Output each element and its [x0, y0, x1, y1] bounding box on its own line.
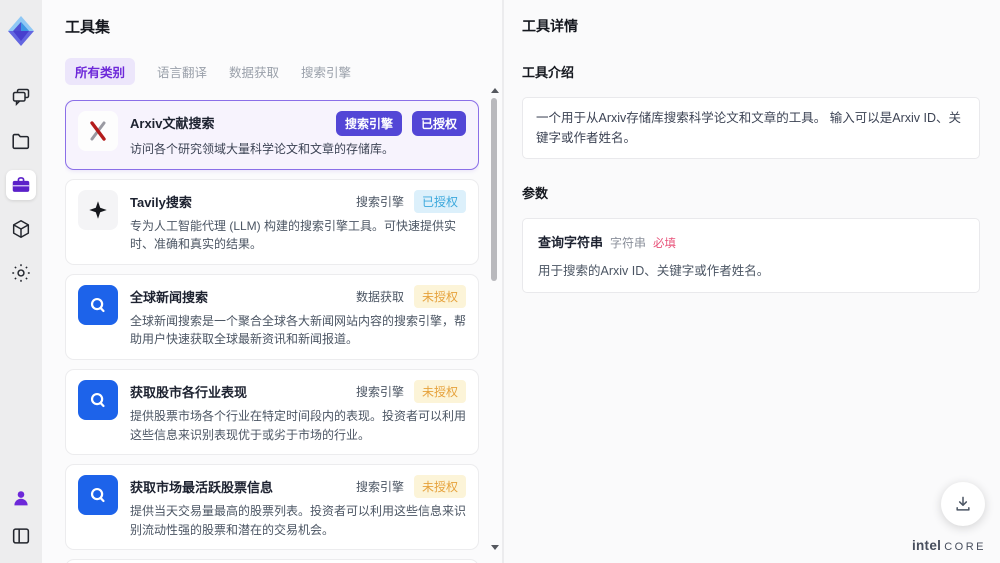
panel-layout-icon [10, 525, 32, 547]
rail-bottom [6, 483, 36, 551]
auth-badge: 已授权 [411, 111, 466, 136]
param-name: 查询字符串 [538, 235, 604, 250]
intro-heading: 工具介绍 [522, 65, 575, 80]
tool-card-sector-performance[interactable]: 获取股市各行业表现 搜索引擎 未授权 提供股票市场各个行业在特定时间段内的表现。… [65, 368, 479, 456]
params-heading: 参数 [522, 186, 549, 201]
blue-search-icon [78, 379, 118, 420]
blue-search-icon [78, 475, 118, 516]
sidebar-item-toolbox[interactable] [6, 170, 36, 200]
sidebar-item-chat[interactable] [6, 82, 36, 112]
param-description: 用于搜索的Arxiv ID、关键字或作者姓名。 [538, 264, 770, 278]
tool-title: 全球新闻搜索 [130, 289, 209, 305]
user-icon [10, 487, 32, 509]
briefcase-icon [10, 174, 32, 196]
tab-search-engine[interactable]: 搜索引擎 [301, 62, 351, 81]
scrollbar-up-arrow[interactable] [491, 88, 499, 93]
tool-description: 提供股票市场各个行业在特定时间段内的表现。投资者可以利用这些信息来识别表现优于或… [130, 408, 467, 442]
category-badge: 搜索引擎 [335, 111, 402, 136]
tab-data-acquisition[interactable]: 数据获取 [229, 62, 279, 81]
tool-detail-panel: 工具详情 工具介绍 一个用于从Arxiv存储库搜索科学论文和文章的工具。 输入可… [502, 0, 1000, 563]
folder-icon [10, 130, 32, 152]
download-button[interactable] [941, 482, 985, 526]
blue-search-icon [78, 284, 118, 325]
app-logo-icon [6, 14, 36, 48]
auth-badge: 未授权 [413, 475, 466, 499]
category-badge: 数据获取 [355, 289, 404, 304]
sparkle-icon [78, 189, 118, 230]
list-scrollbar[interactable] [489, 88, 499, 555]
tool-title: 获取市场最活跃股票信息 [130, 480, 274, 496]
tool-description: 提供当天交易量最高的股票列表。投资者可以利用这些信息来识别流动性强的股票和潜在的… [130, 504, 467, 537]
category-badge: 搜索引擎 [355, 384, 404, 399]
scrollbar-thumb[interactable] [491, 98, 497, 281]
tab-language-translation[interactable]: 语言翻译 [157, 62, 207, 81]
param-type: 字符串 [610, 236, 647, 250]
auth-badge: 未授权 [413, 284, 466, 308]
arxiv-icon [78, 111, 118, 151]
tool-card-regional-news[interactable]: 万维地区新闻查询 搜索引擎 未授权 查询具体行政区划内的新闻，快速了解各地新闻动 [65, 559, 479, 563]
scrollbar-down-arrow[interactable] [491, 545, 499, 550]
intro-text: 一个用于从Arxiv存储库搜索科学论文和文章的工具。 输入可以是Arxiv ID… [522, 97, 980, 159]
tool-title: Arxiv文献搜索 [130, 116, 215, 131]
download-icon [953, 494, 973, 514]
tool-title: 获取股市各行业表现 [130, 384, 248, 400]
auth-badge: 未授权 [413, 379, 466, 403]
tool-description: 访问各个研究领域大量科学论文和文章的存储库。 [130, 142, 395, 156]
tool-list-panel: 工具集 所有类别 语言翻译 数据获取 搜索引擎 Arxiv文献搜索 搜索引擎 已… [42, 0, 502, 563]
category-tabs: 所有类别 语言翻译 数据获取 搜索引擎 [65, 58, 502, 85]
tab-all-categories[interactable]: 所有类别 [65, 58, 136, 85]
auth-badge: 已授权 [413, 189, 466, 213]
sidebar-item-collapse[interactable] [6, 521, 36, 551]
tool-description: 专为人工智能代理 (LLM) 构建的搜索引擎工具。可快速提供实时、准确和真实的结… [130, 218, 457, 252]
tool-title: Tavily搜索 [130, 194, 192, 210]
brand-core-text: core [944, 541, 986, 553]
sidebar-item-files[interactable] [6, 126, 36, 156]
tool-card-global-news[interactable]: 全球新闻搜索 数据获取 未授权 全球新闻搜索是一个聚合全球各大新闻网站内容的搜索… [65, 273, 479, 360]
sidebar-item-settings[interactable] [6, 258, 36, 288]
brand-intel-text: intel [911, 538, 942, 553]
page-title: 工具集 [65, 19, 111, 36]
tool-card-list: Arxiv文献搜索 搜索引擎 已授权 访问各个研究领域大量科学论文和文章的存储库… [65, 100, 479, 563]
category-badge: 搜索引擎 [355, 194, 404, 209]
category-badge: 搜索引擎 [355, 480, 404, 495]
tool-card-active-stocks[interactable]: 获取市场最活跃股票信息 搜索引擎 未授权 提供当天交易量最高的股票列表。投资者可… [65, 464, 479, 551]
intel-core-logo: intel core [912, 538, 986, 553]
param-card: 查询字符串 字符串 必填 用于搜索的Arxiv ID、关键字或作者姓名。 [522, 218, 980, 293]
param-required-badge: 必填 [653, 238, 677, 250]
sidebar-item-user[interactable] [6, 483, 36, 513]
app-window: 工具集 所有类别 语言翻译 数据获取 搜索引擎 Arxiv文献搜索 搜索引擎 已… [0, 0, 1000, 563]
detail-title: 工具详情 [522, 18, 578, 34]
tool-card-tavily[interactable]: Tavily搜索 搜索引擎 已授权 专为人工智能代理 (LLM) 构建的搜索引擎… [65, 178, 479, 265]
tool-description: 全球新闻搜索是一个聚合全球各大新闻网站内容的搜索引擎，帮助用户快速获取全球最新资… [130, 313, 467, 347]
cube-icon [10, 218, 32, 240]
rail-nav [6, 82, 36, 288]
gear-icon [10, 262, 32, 284]
chat-icon [10, 86, 32, 108]
icon-rail [0, 0, 42, 563]
tool-card-arxiv[interactable]: Arxiv文献搜索 搜索引擎 已授权 访问各个研究领域大量科学论文和文章的存储库… [65, 100, 479, 170]
sidebar-item-package[interactable] [6, 214, 36, 244]
